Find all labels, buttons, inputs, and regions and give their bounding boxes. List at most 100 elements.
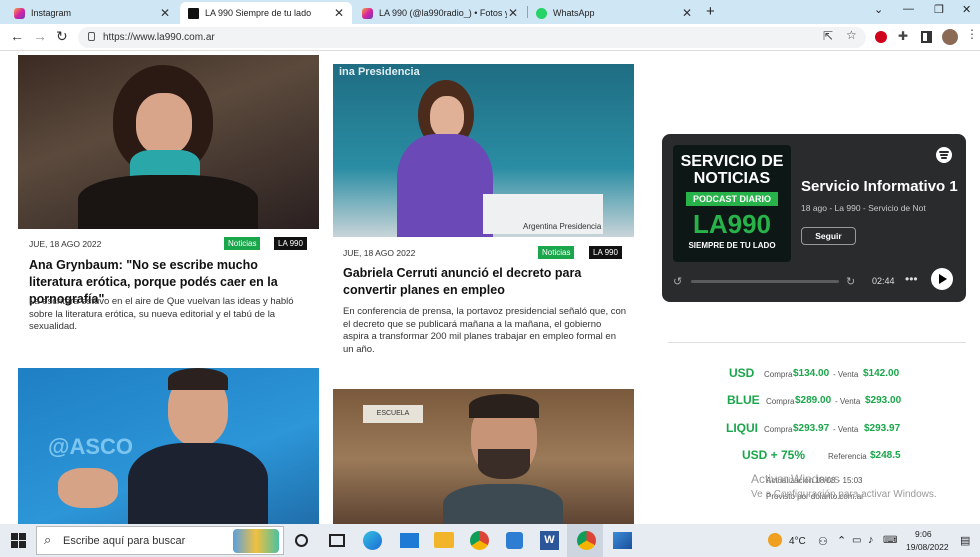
clock-time[interactable]: 9:06 <box>915 529 932 539</box>
photo-text: @ASCO <box>48 434 134 459</box>
browser-tab-bar: Instagram ✕ LA 990 Siempre de tu lado ✕ … <box>0 0 980 24</box>
category-tag[interactable]: Noticias <box>538 246 575 259</box>
store-icon[interactable] <box>506 532 523 549</box>
tab-la990[interactable]: LA 990 Siempre de tu lado ✕ <box>180 2 352 24</box>
mail-icon[interactable] <box>400 533 419 548</box>
referencia-label: Referencia <box>828 452 867 461</box>
photo-text: ina Presidencia <box>339 66 420 78</box>
article-photo[interactable]: ESCUELA <box>333 389 634 524</box>
venta-value: $293.00 <box>865 395 902 406</box>
activation-watermark-title: Activar Windows <box>751 472 840 486</box>
close-tab-icon[interactable]: ✕ <box>508 6 518 20</box>
article-headline[interactable]: Gabriela Cerruti anunció el decreto para… <box>343 265 628 299</box>
spotify-icon[interactable] <box>936 147 952 163</box>
search-placeholder: Escribe aquí para buscar <box>63 534 186 547</box>
close-tab-icon[interactable]: ✕ <box>334 6 344 20</box>
minimize-icon[interactable]: — <box>903 3 914 15</box>
show-hidden-icons[interactable]: ⌃ <box>837 534 846 547</box>
compra-value: $134.00 <box>793 368 830 379</box>
compra-value: $289.00 <box>795 395 832 406</box>
close-tab-icon[interactable]: ✕ <box>682 6 692 20</box>
currency-name: BLUE <box>727 393 760 407</box>
venta-value: $142.00 <box>863 368 900 379</box>
cover-line1: SERVICIO DE <box>680 153 784 170</box>
lock-icon <box>88 32 95 41</box>
tab-search-icon[interactable]: ⌄ <box>874 3 883 16</box>
currency-name: LIQUI <box>726 421 758 435</box>
file-explorer-icon[interactable] <box>434 532 454 548</box>
bookmark-star-icon[interactable]: ☆ <box>846 28 857 42</box>
article-photo[interactable]: @ASCO <box>18 368 319 524</box>
cover-line2: NOTICIAS <box>693 170 771 187</box>
weather-temp[interactable]: 4°C <box>789 536 806 547</box>
whatsapp-icon <box>536 7 547 19</box>
cortana-icon[interactable] <box>295 534 308 547</box>
currency-row-liqui: LIQUI Compra $293.97 - Venta $293.97 <box>690 421 950 437</box>
share-icon[interactable]: ⇱ <box>823 29 833 43</box>
windows-taskbar: ⌕ Escribe aquí para buscar W 4°C ⚇ ⌃ ▭ ♪… <box>0 524 980 557</box>
volume-icon[interactable]: ♪ <box>868 534 874 546</box>
opera-extension-icon[interactable] <box>875 31 887 43</box>
compra-label: Compra <box>766 397 795 406</box>
podcast-subtitle: 18 ago - La 990 - Servicio de Not <box>801 203 926 213</box>
close-tab-icon[interactable]: ✕ <box>160 6 170 20</box>
back-arrow-icon[interactable]: ← <box>10 28 24 44</box>
article-summary: La escritora estuvo en el aire de Que vu… <box>29 296 294 332</box>
tab-instagram[interactable]: Instagram ✕ <box>6 2 178 24</box>
tab-instagram-la990[interactable]: LA 990 (@la990radio_) • Fotos y v ✕ <box>354 2 526 24</box>
reload-icon[interactable]: ↻ <box>56 28 68 45</box>
side-panel-icon[interactable] <box>921 31 932 43</box>
currency-row-usd75: USD + 75% Referencia $248.5 <box>690 448 950 464</box>
article-photo[interactable] <box>18 55 319 229</box>
extensions-puzzle-icon[interactable]: ✚ <box>898 29 908 43</box>
taskbar-search-input[interactable]: ⌕ Escribe aquí para buscar <box>36 526 284 555</box>
la990-icon <box>188 7 199 19</box>
cover-slogan: SIEMPRE DE TU LADO <box>688 241 776 250</box>
rewind-15-icon[interactable]: ↺ <box>673 275 682 288</box>
podcast-time: 02:44 <box>872 276 895 286</box>
task-view-icon[interactable] <box>329 534 345 547</box>
forward-15-icon[interactable]: ↻ <box>846 275 855 288</box>
photos-icon[interactable] <box>613 532 632 549</box>
podcast-cover[interactable]: SERVICIO DE NOTICIAS PODCAST DIARIO LA99… <box>673 145 791 262</box>
chrome-icon[interactable] <box>470 531 489 550</box>
chrome-active-icon[interactable] <box>577 531 596 550</box>
source-tag[interactable]: LA 990 <box>589 246 622 259</box>
url-bar[interactable]: https://www.la990.com.ar ⇱ ☆ <box>78 27 866 48</box>
window-close-icon[interactable]: ✕ <box>962 3 971 16</box>
progress-bar[interactable] <box>691 280 839 283</box>
currency-name: USD <box>729 366 755 380</box>
search-icon: ⌕ <box>44 532 52 547</box>
cover-logo: LA990 <box>692 209 772 239</box>
profile-avatar[interactable] <box>942 29 958 45</box>
more-options-icon[interactable]: ••• <box>905 272 918 286</box>
instagram-icon <box>362 7 373 19</box>
network-icon[interactable]: ▭ <box>852 535 861 546</box>
currency-row-usd: USD Compra $134.00 - Venta $142.00 <box>690 366 950 382</box>
edge-icon[interactable] <box>363 531 382 550</box>
source-tag[interactable]: LA 990 <box>274 237 307 250</box>
search-highlight-icon <box>233 529 279 553</box>
clock-date[interactable]: 19/08/2022 <box>906 542 949 552</box>
article-photo[interactable]: ina Presidencia Argentina Presidencia <box>333 64 634 237</box>
article-date: JUE, 18 AGO 2022 <box>29 239 102 249</box>
tab-label: LA 990 Siempre de tu lado <box>205 8 312 18</box>
category-tag[interactable]: Noticias <box>224 237 261 250</box>
language-icon[interactable]: ⌨ <box>883 535 897 546</box>
follow-button[interactable]: Seguir <box>801 227 856 245</box>
notifications-icon[interactable]: ▤ <box>960 534 970 547</box>
play-button[interactable] <box>931 268 953 290</box>
tab-label: LA 990 (@la990radio_) • Fotos y v <box>379 8 507 18</box>
url-text: https://www.la990.com.ar <box>103 32 215 43</box>
forward-arrow-icon[interactable]: → <box>33 28 47 44</box>
kebab-menu-icon[interactable]: ⋮ <box>966 27 978 41</box>
tab-whatsapp[interactable]: WhatsApp ✕ <box>528 2 700 24</box>
podcast-title[interactable]: Servicio Informativo 1 <box>801 178 963 195</box>
people-icon[interactable]: ⚇ <box>818 535 828 548</box>
restore-icon[interactable]: ❐ <box>934 3 944 16</box>
windows-start-icon[interactable] <box>11 533 26 548</box>
word-icon[interactable]: W <box>540 531 559 550</box>
venta-label: - Venta <box>833 425 859 434</box>
new-tab-button[interactable]: + <box>706 3 715 20</box>
cover-badge: PODCAST DIARIO <box>686 192 778 206</box>
